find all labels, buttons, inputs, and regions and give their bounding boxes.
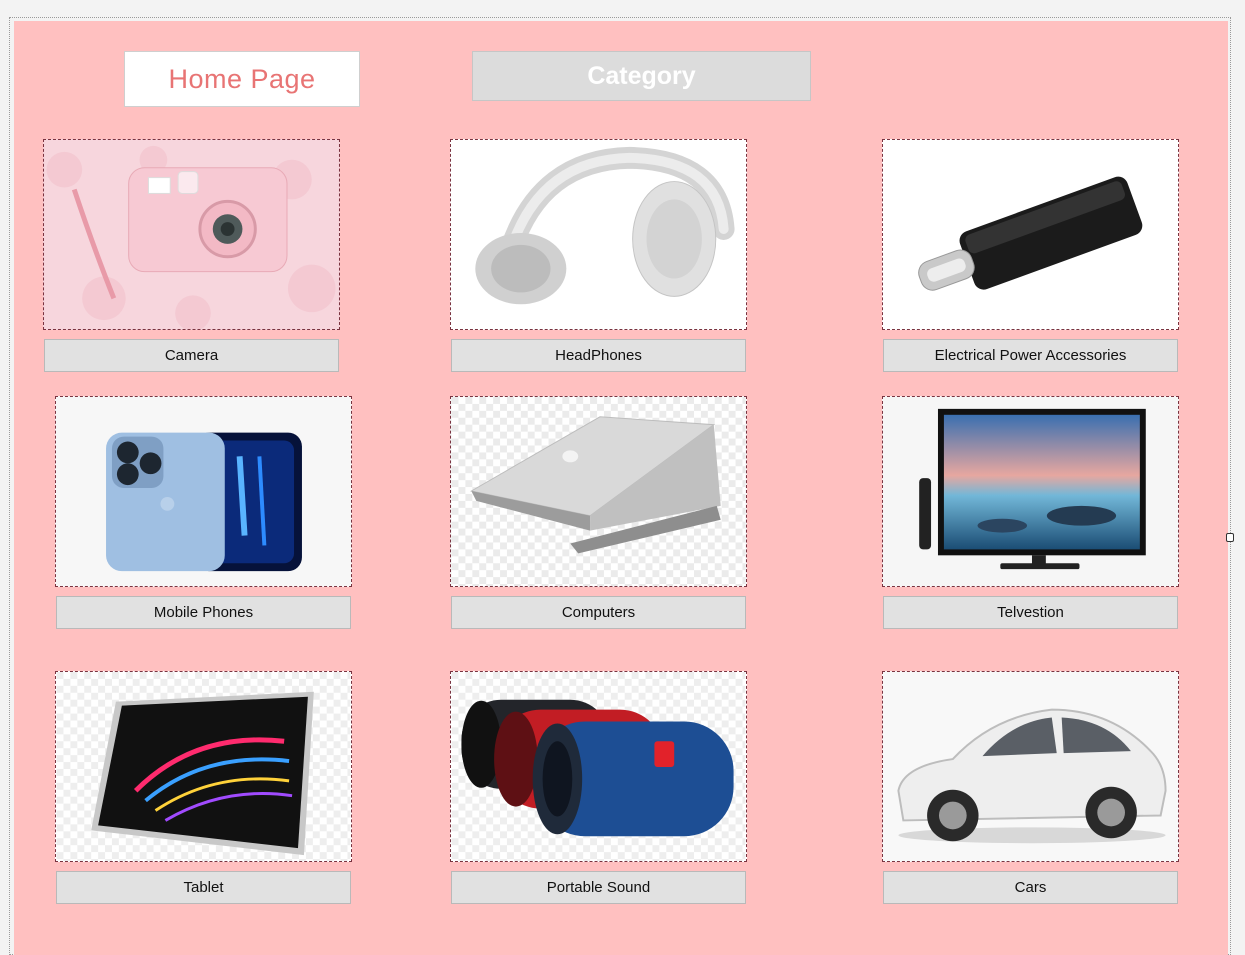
mobile-phones-picture[interactable] bbox=[55, 396, 352, 587]
headphones-picture[interactable] bbox=[450, 139, 747, 330]
cars-picture[interactable] bbox=[882, 671, 1179, 862]
camera-picture[interactable] bbox=[43, 139, 340, 330]
home-page-button[interactable]: Home Page bbox=[124, 51, 360, 107]
smartphone-icon bbox=[56, 397, 351, 586]
usb-adapter-picture[interactable] bbox=[882, 139, 1179, 330]
tablet-button[interactable]: Tablet bbox=[56, 871, 351, 904]
computers-button[interactable]: Computers bbox=[451, 596, 746, 629]
cars-button[interactable]: Cars bbox=[883, 871, 1178, 904]
television-button[interactable]: Telvestion bbox=[883, 596, 1178, 629]
electrical-power-accessories-button[interactable]: Electrical Power Accessories bbox=[883, 339, 1178, 372]
television-icon bbox=[883, 397, 1178, 586]
category-button[interactable]: Category bbox=[472, 51, 811, 101]
tablet-icon bbox=[56, 672, 351, 861]
laptop-icon bbox=[451, 397, 746, 586]
portable-sound-button[interactable]: Portable Sound bbox=[451, 871, 746, 904]
resize-handle[interactable] bbox=[1226, 533, 1234, 542]
car-icon bbox=[883, 672, 1178, 861]
headphones-button[interactable]: HeadPhones bbox=[451, 339, 746, 372]
headphones-icon bbox=[451, 140, 746, 329]
tablet-picture[interactable] bbox=[55, 671, 352, 862]
mobile-phones-button[interactable]: Mobile Phones bbox=[56, 596, 351, 629]
portable-sound-picture[interactable] bbox=[450, 671, 747, 862]
television-picture[interactable] bbox=[882, 396, 1179, 587]
speaker-icon bbox=[451, 672, 746, 861]
camera-button[interactable]: Camera bbox=[44, 339, 339, 372]
usb-adapter-icon bbox=[883, 140, 1178, 329]
camera-icon bbox=[44, 140, 339, 329]
computers-picture[interactable] bbox=[450, 396, 747, 587]
